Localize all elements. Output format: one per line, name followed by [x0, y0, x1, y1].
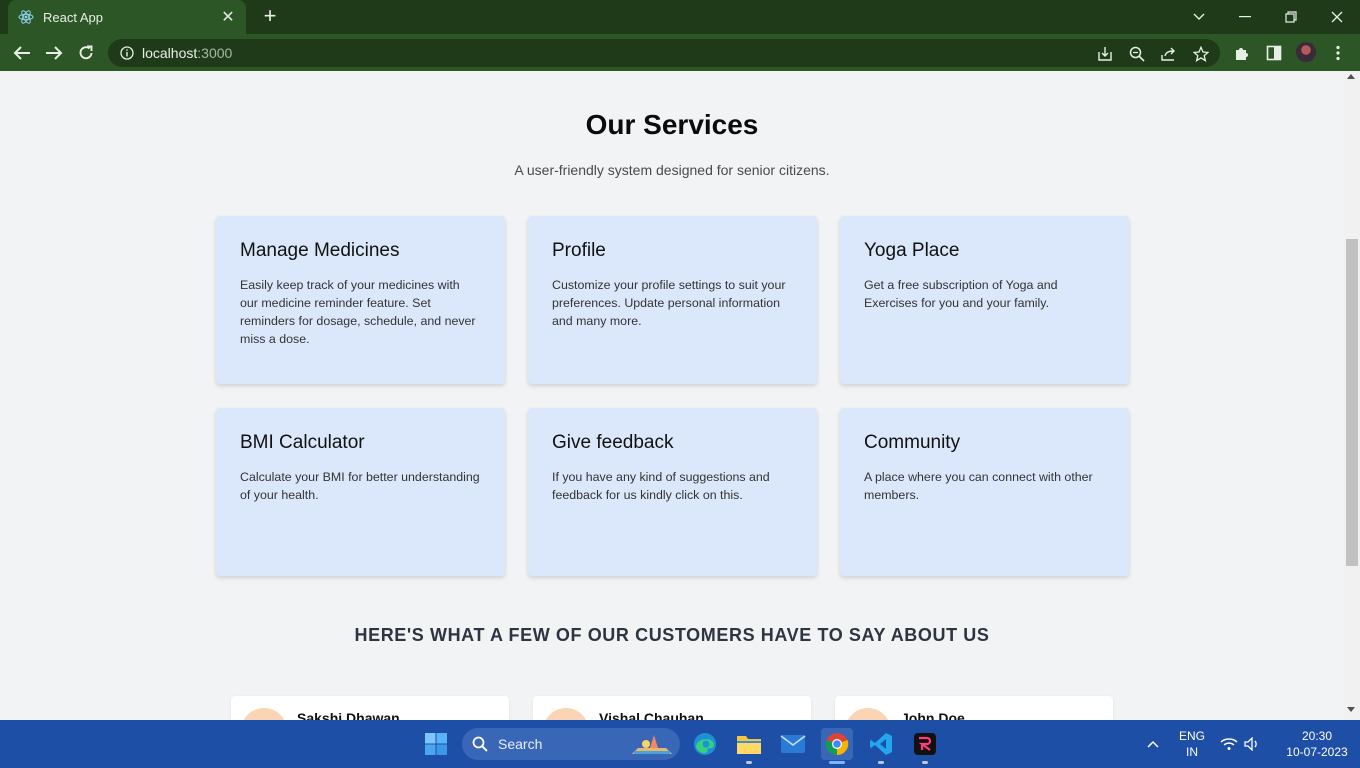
testimonial-name: Sakshi Dhawan	[297, 710, 400, 720]
zoom-icon[interactable]	[1128, 45, 1146, 63]
volume-icon[interactable]	[1241, 728, 1263, 760]
search-highlight-icon	[630, 732, 674, 756]
running-indicator	[746, 761, 752, 764]
services-title: Our Services	[585, 109, 759, 140]
card-text: Calculate your BMI for better understand…	[240, 470, 480, 502]
service-card-bmi-calculator[interactable]: BMI Calculator Calculate your BMI for be…	[216, 408, 505, 576]
language-code: ENG	[1178, 729, 1205, 743]
testimonials-heading: HERE'S WHAT A FEW OF OUR CUSTOMERS HAVE …	[354, 625, 990, 645]
testimonial-card: John Doe	[835, 696, 1113, 720]
card-text: A place where you can connect with other…	[864, 470, 1093, 502]
card-text: Customize your profile settings to suit …	[552, 278, 786, 328]
browser-toolbar: localhost:3000	[0, 34, 1360, 71]
tab-title: React App	[43, 9, 103, 25]
edge-browser-icon[interactable]	[689, 728, 721, 760]
testimonial-card: Sakshi Dhawan	[231, 696, 509, 720]
running-indicator	[878, 761, 884, 764]
avatar	[543, 708, 589, 720]
new-tab-button[interactable]: +	[258, 5, 282, 29]
card-title: Manage Medicines	[240, 240, 400, 261]
service-card-community[interactable]: Community A place where you can connect …	[840, 408, 1129, 576]
close-window-button[interactable]	[1314, 0, 1360, 34]
app-icon[interactable]	[909, 728, 941, 760]
file-explorer-icon[interactable]	[733, 728, 765, 760]
card-title: Profile	[552, 240, 606, 261]
avatar	[241, 708, 287, 720]
search-icon	[472, 736, 488, 757]
clock-time: 20:30	[1301, 729, 1333, 743]
region-code: IN	[1186, 745, 1198, 759]
scroll-down-arrow-icon[interactable]	[1347, 707, 1355, 712]
vscode-icon[interactable]	[865, 728, 897, 760]
scrollbar-thumb[interactable]	[1346, 239, 1358, 566]
address-bar[interactable]: localhost:3000	[108, 39, 1220, 67]
profile-avatar[interactable]	[1296, 42, 1316, 62]
service-card-manage-medicines[interactable]: Manage Medicines Easily keep track of yo…	[216, 216, 505, 384]
chrome-icon[interactable]	[821, 728, 853, 760]
search-label: Search	[498, 736, 543, 752]
testimonial-card: Vishal Chauhan	[533, 696, 811, 720]
card-text: Get a free subscription of Yoga and Exer…	[864, 278, 1058, 310]
active-indicator	[829, 761, 845, 764]
react-logo-icon	[18, 9, 34, 25]
bookmark-star-icon[interactable]	[1192, 45, 1210, 63]
install-app-icon[interactable]	[1096, 45, 1114, 63]
clock[interactable]: 20:30 10-07-2023	[1280, 729, 1354, 759]
running-indicator	[922, 761, 928, 764]
testimonial-name: John Doe	[901, 710, 965, 720]
avatar	[845, 708, 891, 720]
taskbar-search[interactable]: Search	[462, 728, 680, 760]
close-tab-icon[interactable]: ✕	[220, 7, 236, 27]
card-text: Easily keep track of your medicines with…	[240, 278, 476, 346]
minimize-button[interactable]	[1222, 0, 1268, 34]
scroll-up-arrow-icon[interactable]	[1347, 74, 1355, 79]
service-card-give-feedback[interactable]: Give feedback If you have any kind of su…	[528, 408, 817, 576]
card-title: Give feedback	[552, 432, 674, 453]
language-indicator[interactable]: ENG IN	[1176, 729, 1208, 759]
windows-taskbar: Search ENG IN 20:30 10-07-2023	[0, 720, 1360, 768]
share-icon[interactable]	[1160, 45, 1178, 63]
services-subtitle: A user-friendly system designed for seni…	[514, 162, 830, 178]
tab-search-icon[interactable]	[1176, 0, 1222, 34]
page-viewport: Our Services A user-friendly system desi…	[0, 71, 1344, 720]
url-text: localhost:3000	[142, 45, 233, 61]
clock-date: 10-07-2023	[1286, 745, 1348, 759]
chevron-up-icon[interactable]	[1138, 728, 1168, 760]
back-arrow-icon[interactable]	[9, 40, 35, 66]
reload-icon[interactable]	[73, 40, 99, 66]
chrome-menu-icon[interactable]	[1328, 43, 1348, 63]
extensions-puzzle-icon[interactable]	[1232, 43, 1252, 63]
forward-arrow-icon[interactable]	[41, 40, 67, 66]
service-card-profile[interactable]: Profile Customize your profile settings …	[528, 216, 817, 384]
card-title: BMI Calculator	[240, 432, 365, 453]
service-card-yoga-place[interactable]: Yoga Place Get a free subscription of Yo…	[840, 216, 1129, 384]
card-title: Community	[864, 432, 961, 453]
wifi-icon[interactable]	[1216, 728, 1242, 760]
browser-tab-strip: React App ✕ +	[0, 0, 1360, 34]
browser-tab[interactable]: React App ✕	[8, 0, 246, 34]
card-title: Yoga Place	[864, 240, 960, 261]
testimonial-name: Vishal Chauhan	[599, 710, 704, 720]
side-panel-icon[interactable]	[1264, 43, 1284, 63]
restore-button[interactable]	[1268, 0, 1314, 34]
site-info-icon[interactable]	[120, 46, 134, 65]
windows-start-icon[interactable]	[420, 728, 452, 760]
card-text: If you have any kind of suggestions and …	[552, 470, 770, 502]
mail-icon[interactable]	[777, 728, 809, 760]
